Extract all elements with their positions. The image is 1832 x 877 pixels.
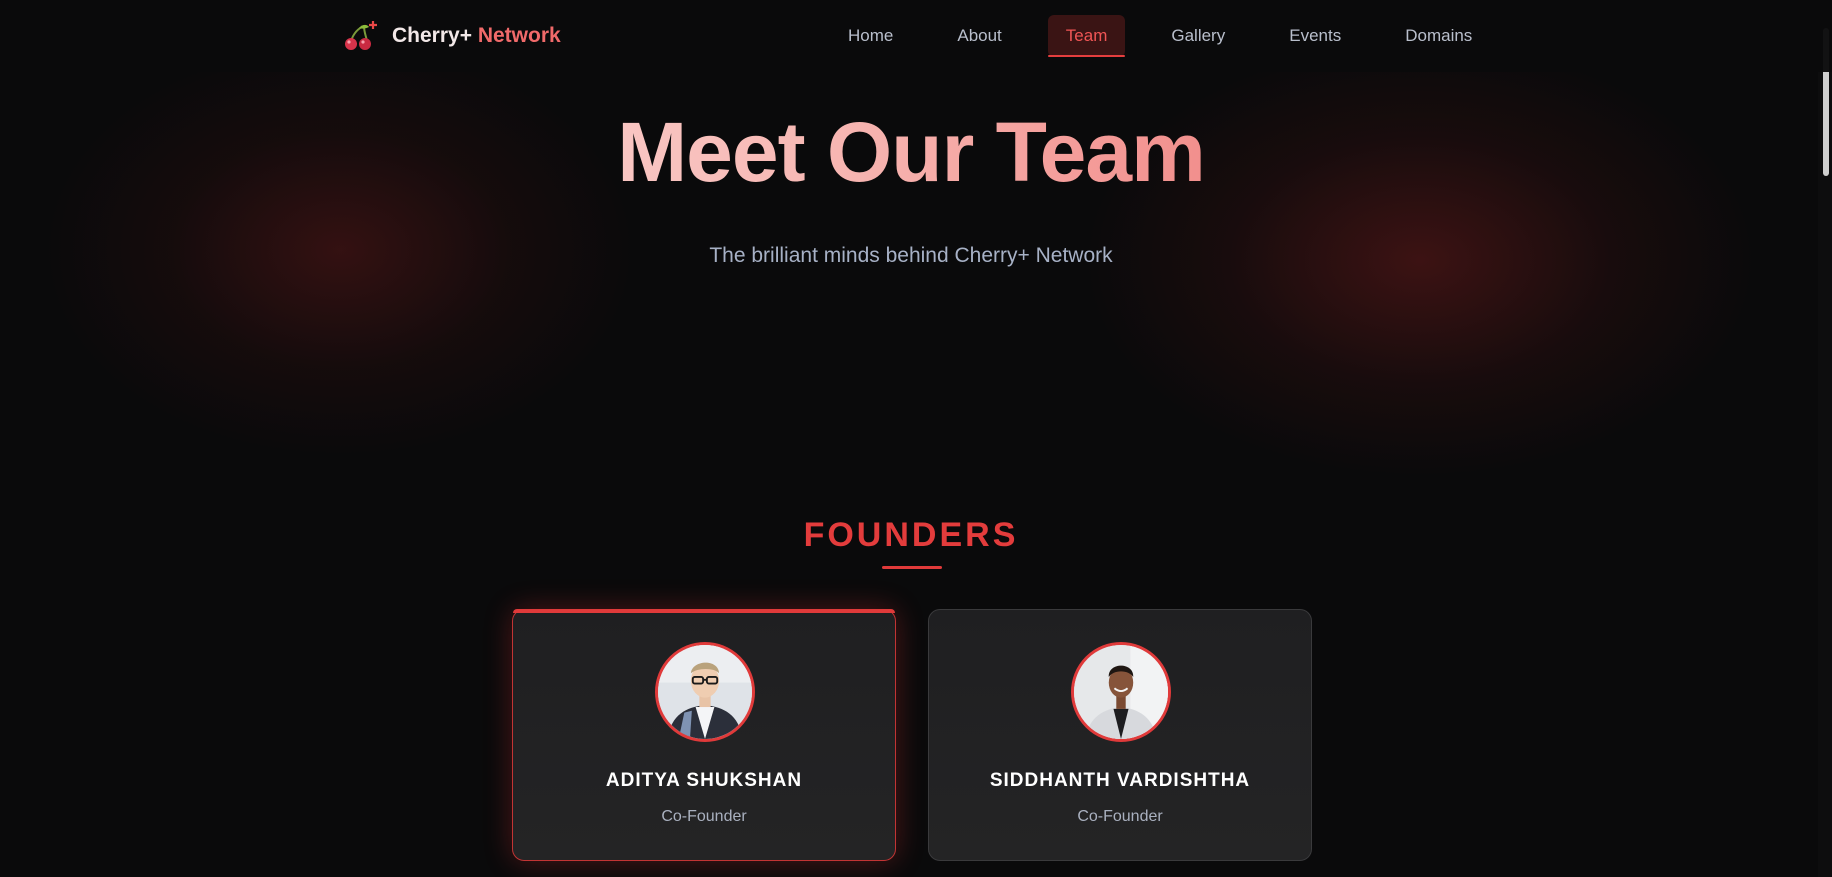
founder-name: SIDDHANTH VARDISHTHA [989,770,1251,791]
nav-item-gallery[interactable]: Gallery [1153,15,1243,57]
page-title: Meet Our Team [0,106,1822,199]
nav-item-domains[interactable]: Domains [1387,15,1490,57]
nav-item-team[interactable]: Team [1047,15,1126,57]
nav-item-home[interactable]: Home [830,15,911,57]
founder-card[interactable]: SIDDHANTH VARDISHTHA Co-Founder [928,609,1312,861]
founder-role: Co-Founder [661,808,747,825]
nav-item-about[interactable]: About [939,15,1019,57]
scrollbar[interactable] [1818,0,1832,877]
nav-links: Home About Team Gallery Events Domains [830,15,1518,57]
founder-role: Co-Founder [1077,808,1163,825]
brand-name-accent: Network [477,24,561,47]
founders-heading-underline [882,566,942,569]
brand-name: Cherry+ Network [392,24,561,48]
founders-heading: FOUNDERS [803,516,1019,554]
founder-card[interactable]: ADITYA SHUKSHAN Co-Founder [512,609,896,861]
brand[interactable]: Cherry+ Network [342,20,561,52]
brand-name-main: Cherry+ [392,24,472,47]
founder-name: ADITYA SHUKSHAN [605,770,803,791]
cherry-icon [342,20,378,52]
top-navbar: Cherry+ Network Home About Team Gallery … [0,0,1832,72]
nav-item-events[interactable]: Events [1271,15,1359,57]
avatar [655,642,755,742]
page-subtitle: The brilliant minds behind Cherry+ Netwo… [709,244,1113,267]
avatar [1071,642,1171,742]
